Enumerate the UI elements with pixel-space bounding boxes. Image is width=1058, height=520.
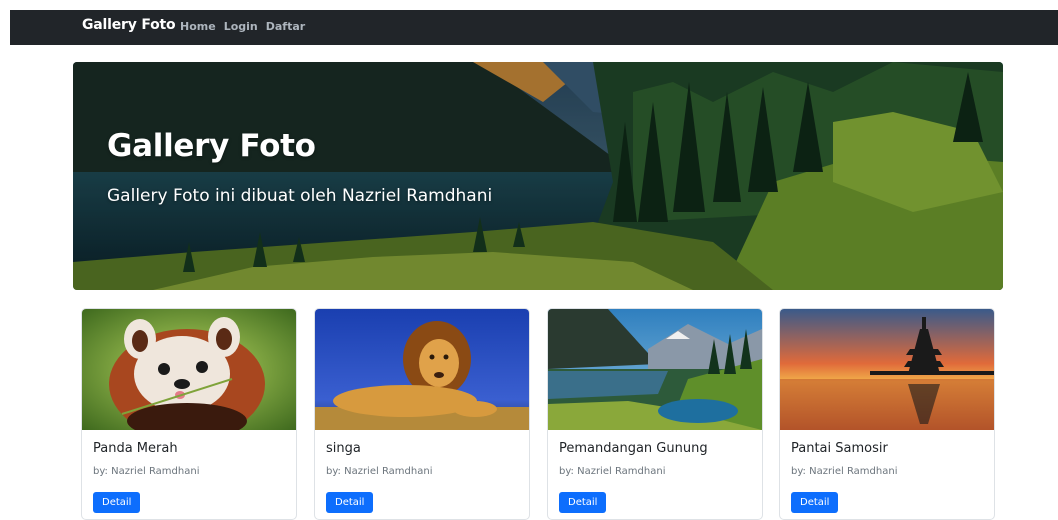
detail-button[interactable]: Detail (791, 492, 839, 513)
navbar-brand[interactable]: Gallery Foto (82, 17, 176, 33)
lion-image (315, 309, 529, 430)
gallery-card: singa by: Nazriel Ramdhani Detail (314, 308, 530, 520)
card-title: Pantai Samosir (791, 441, 888, 456)
hero-landscape-image (73, 62, 1003, 290)
card-title: singa (326, 441, 361, 456)
nav-link-login[interactable]: Login (224, 20, 258, 33)
card-author: by: Nazriel Ramdhani (559, 466, 666, 477)
nav-link-daftar[interactable]: Daftar (266, 20, 305, 33)
nav-link-home[interactable]: Home (180, 20, 216, 33)
gallery-card: Pemandangan Gunung by: Nazriel Ramdhani … (547, 308, 763, 520)
card-author: by: Nazriel Ramdhani (93, 466, 200, 477)
red-panda-image (82, 309, 296, 430)
card-title: Panda Merah (93, 441, 178, 456)
sunset-temple-image (780, 309, 994, 430)
detail-button[interactable]: Detail (326, 492, 374, 513)
hero-title: Gallery Foto (107, 128, 316, 164)
card-author: by: Nazriel Ramdhani (326, 466, 433, 477)
card-author: by: Nazriel Ramdhani (791, 466, 898, 477)
gallery-card: Panda Merah by: Nazriel Ramdhani Detail (81, 308, 297, 520)
mountain-landscape-image (548, 309, 762, 430)
top-navbar: Gallery Foto Home Login Daftar (10, 10, 1058, 45)
detail-button[interactable]: Detail (93, 492, 141, 513)
gallery-card: Pantai Samosir by: Nazriel Ramdhani Deta… (779, 308, 995, 520)
card-title: Pemandangan Gunung (559, 441, 708, 456)
hero-subtitle: Gallery Foto ini dibuat oleh Nazriel Ram… (107, 186, 493, 206)
detail-button[interactable]: Detail (559, 492, 607, 513)
hero-banner: Gallery Foto Gallery Foto ini dibuat ole… (73, 62, 1003, 290)
nav-links: Home Login Daftar (180, 20, 305, 33)
